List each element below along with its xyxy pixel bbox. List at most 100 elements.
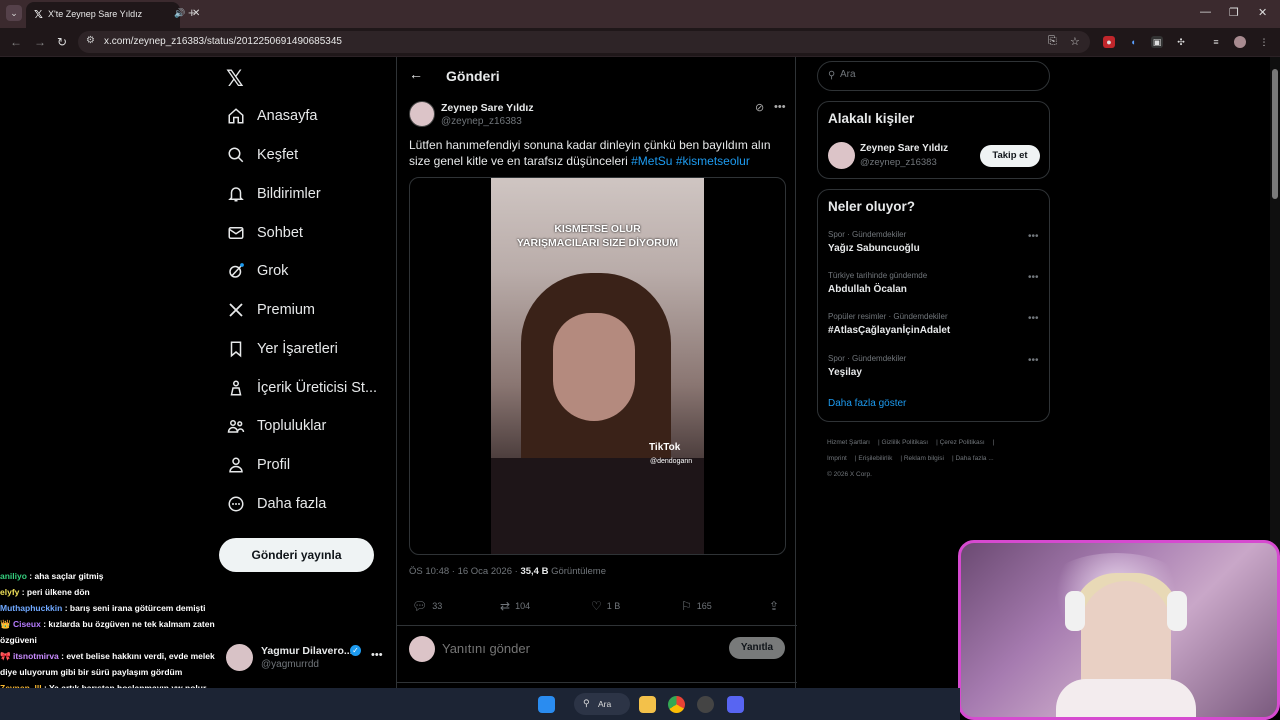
- chat-text: : barış seni irana götürcem demişti: [62, 603, 206, 613]
- repost-action[interactable]: ⇄ 104: [500, 599, 530, 613]
- nav-item-profile[interactable]: Profil: [226, 452, 290, 478]
- chrome-menu-icon[interactable]: ⋮: [1258, 36, 1270, 48]
- footer-link[interactable]: Imprint: [827, 455, 847, 462]
- tab-search-button[interactable]: ⌄: [6, 5, 22, 21]
- search-box[interactable]: ⚲: [817, 61, 1050, 91]
- footer-link[interactable]: Gizlilik Politikası: [881, 439, 928, 446]
- footer-link[interactable]: Daha fazla ...: [955, 455, 993, 462]
- person-icon: [226, 455, 246, 475]
- trend-item[interactable]: Popüler resimler · Gündemdekiler #AtlasÇ…: [828, 312, 1043, 346]
- nav-label: İçerik Üreticisi St...: [257, 380, 378, 396]
- x-logo[interactable]: 𝕏: [226, 66, 244, 92]
- more-icon[interactable]: •••: [371, 649, 383, 661]
- back-icon[interactable]: ←: [10, 35, 22, 49]
- video-frame[interactable]: KISMETSE OLUR YARIŞMACILARI SIZE DİYORUM…: [491, 178, 704, 554]
- nav-item-home[interactable]: Anasayfa: [226, 103, 317, 129]
- mail-icon: [226, 223, 246, 243]
- site-info-icon[interactable]: ⚙: [86, 35, 95, 46]
- more-icon[interactable]: •••: [1028, 355, 1039, 366]
- x-favicon-icon: 𝕏: [34, 9, 43, 21]
- related-name[interactable]: Zeynep Sare Yıldız: [860, 143, 948, 154]
- discord-icon[interactable]: [727, 696, 744, 713]
- nav-item-premium[interactable]: Premium: [226, 297, 315, 323]
- audio-playing-icon[interactable]: 🔊: [174, 8, 185, 19]
- avatar[interactable]: [409, 101, 435, 127]
- reply-action[interactable]: 💬︎ 33: [412, 599, 442, 613]
- search-input[interactable]: [840, 69, 1040, 80]
- chrome-icon[interactable]: [668, 696, 685, 713]
- page-title: Gönderi: [446, 68, 500, 84]
- reply-button[interactable]: Yanıtla: [729, 637, 785, 659]
- nav-item-explore[interactable]: Keşfet: [226, 142, 298, 168]
- hashtag-link[interactable]: #MetSu: [631, 154, 672, 168]
- nav-item-communities[interactable]: Topluluklar: [226, 413, 326, 439]
- share-action[interactable]: ⇪: [769, 599, 784, 613]
- obs-icon[interactable]: [697, 696, 714, 713]
- taskbar-search[interactable]: ⚲ Ara: [574, 693, 630, 715]
- account-switcher[interactable]: Yagmur Dilavero... ✓ @yagmurrdd •••: [226, 643, 386, 673]
- like-action[interactable]: ♡ 1 B: [591, 599, 620, 613]
- more-icon[interactable]: •••: [1028, 272, 1039, 283]
- reload-icon[interactable]: ↻: [57, 35, 67, 49]
- more-circle-icon: [226, 494, 246, 514]
- profile-avatar-icon[interactable]: [1234, 36, 1246, 48]
- nav-item-grok[interactable]: Grok: [226, 258, 288, 284]
- follow-button[interactable]: Takip et: [980, 145, 1040, 167]
- maximize-icon[interactable]: ❐: [1229, 6, 1239, 19]
- footer-link[interactable]: Reklam bilgisi: [904, 455, 944, 462]
- taskbar: ⚲ Ara: [0, 688, 960, 720]
- scrollbar-thumb[interactable]: [1272, 69, 1278, 199]
- trend-item[interactable]: Türkiye tarihinde gündemde Abdullah Öcal…: [828, 271, 1043, 305]
- minimize-icon[interactable]: —: [1200, 6, 1211, 18]
- more-icon[interactable]: •••: [774, 101, 786, 113]
- nav-item-messages[interactable]: Sohbet: [226, 220, 303, 246]
- chat-username: Muthaphuckkin: [0, 603, 63, 613]
- nav-item-notifications[interactable]: Bildirimler: [226, 181, 321, 207]
- window-close-icon[interactable]: ✕: [1258, 6, 1267, 19]
- new-tab-button[interactable]: +: [188, 5, 196, 20]
- hashtag-link[interactable]: #kismetseolur: [676, 154, 750, 168]
- post-timestamp[interactable]: ÖS 10:48 · 16 Oca 2026 ·: [409, 566, 520, 577]
- author-name[interactable]: Zeynep Sare Yıldız: [441, 102, 534, 114]
- reading-list-icon[interactable]: ≡: [1210, 36, 1222, 48]
- trend-name: #AtlasÇağlayanİçinAdalet: [828, 325, 951, 336]
- extensions-puzzle-icon[interactable]: ✣: [1175, 36, 1187, 48]
- footer-link[interactable]: Hizmet Şartları: [827, 439, 870, 446]
- search-icon: [226, 145, 246, 165]
- show-more-link[interactable]: Daha fazla göster: [828, 398, 906, 409]
- trend-context: Türkiye tarihinde gündemde: [828, 271, 928, 280]
- trend-name: Yağız Sabuncuoğlu: [828, 243, 920, 254]
- bookmark-star-icon[interactable]: ☆: [1070, 35, 1080, 48]
- video-caption-line: KISMETSE OLUR: [554, 223, 641, 235]
- nav-label: Profil: [257, 457, 291, 473]
- extension-audio-icon[interactable]: ◖: [1127, 36, 1139, 48]
- trend-item[interactable]: Spor · Gündemdekiler Yeşilay •••: [828, 354, 1043, 388]
- author-handle[interactable]: @zeynep_z16383: [441, 116, 522, 127]
- file-explorer-icon[interactable]: [639, 696, 656, 713]
- account-name: Yagmur Dilavero...: [261, 645, 353, 657]
- address-bar[interactable]: ⚙ x.com/zeynep_z16383/status/20122506914…: [78, 31, 1090, 53]
- related-handle[interactable]: @zeynep_z16383: [860, 157, 937, 168]
- extension-box-icon[interactable]: ▣: [1151, 36, 1163, 48]
- extension-red-icon[interactable]: ●: [1103, 36, 1115, 48]
- nav-item-creator-studio[interactable]: İçerik Üreticisi St...: [226, 375, 377, 401]
- browser-tab[interactable]: 𝕏 X'te Zeynep Sare Yıldız: "Lü 🔊 ✕: [26, 2, 200, 28]
- nav-item-bookmarks[interactable]: Yer İşaretleri: [226, 336, 338, 362]
- windows-start-icon[interactable]: [538, 696, 555, 713]
- share-icon: ⇪: [769, 599, 780, 613]
- trend-item[interactable]: Spor · Gündemdekiler Yağız Sabuncuoğlu •…: [828, 230, 1043, 264]
- footer-link[interactable]: Erişilebilirlik: [858, 455, 892, 462]
- avatar[interactable]: [828, 142, 855, 169]
- more-icon[interactable]: •••: [1028, 231, 1039, 242]
- grok-explain-icon[interactable]: ⊘: [755, 101, 764, 114]
- nav-item-more[interactable]: Daha fazla: [226, 491, 326, 517]
- install-app-icon[interactable]: ⎘: [1048, 35, 1057, 48]
- back-arrow-icon[interactable]: ←: [409, 66, 423, 82]
- reply-input[interactable]: [442, 641, 712, 656]
- more-icon[interactable]: •••: [1028, 313, 1039, 324]
- video-player[interactable]: KISMETSE OLUR YARIŞMACILARI SIZE DİYORUM…: [409, 177, 786, 555]
- forward-icon[interactable]: →: [34, 35, 46, 49]
- bookmark-action[interactable]: ⚐ 165: [681, 599, 712, 613]
- footer-link[interactable]: Çerez Politikası: [940, 439, 985, 446]
- post-button[interactable]: Gönderi yayınla: [219, 538, 374, 572]
